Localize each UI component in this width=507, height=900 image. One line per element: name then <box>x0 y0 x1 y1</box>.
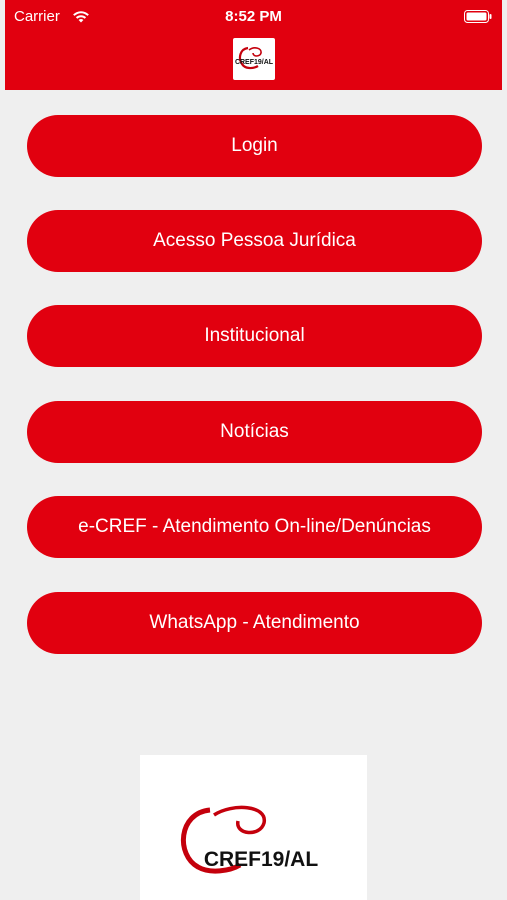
cref-logo-large-icon: CREF19/AL <box>181 805 319 874</box>
header-logo: CREF19/AL <box>233 38 275 80</box>
login-button[interactable]: Login <box>27 115 482 177</box>
clock: 8:52 PM <box>225 8 282 25</box>
app-header: Carrier 8:52 PM CREF19/AL <box>5 0 502 90</box>
institutional-button[interactable]: Institucional <box>27 305 482 367</box>
status-bar: Carrier 8:52 PM <box>5 0 502 34</box>
ecref-support-button[interactable]: e-CREF - Atendimento On-line/Denúncias <box>27 496 482 558</box>
app-screen: Carrier 8:52 PM CREF19/AL Login Acesso P… <box>5 0 502 900</box>
footer-logo: CREF19/AL <box>140 755 367 900</box>
header-logo-text: CREF19/AL <box>235 59 274 66</box>
footer-logo-text: CREF19/AL <box>204 848 319 871</box>
legal-entity-access-button[interactable]: Acesso Pessoa Jurídica <box>27 210 482 272</box>
whatsapp-support-button[interactable]: WhatsApp - Atendimento <box>27 592 482 654</box>
cref-logo-icon: CREF19/AL <box>235 46 274 70</box>
news-button[interactable]: Notícias <box>27 401 482 463</box>
battery-icon <box>464 10 492 23</box>
